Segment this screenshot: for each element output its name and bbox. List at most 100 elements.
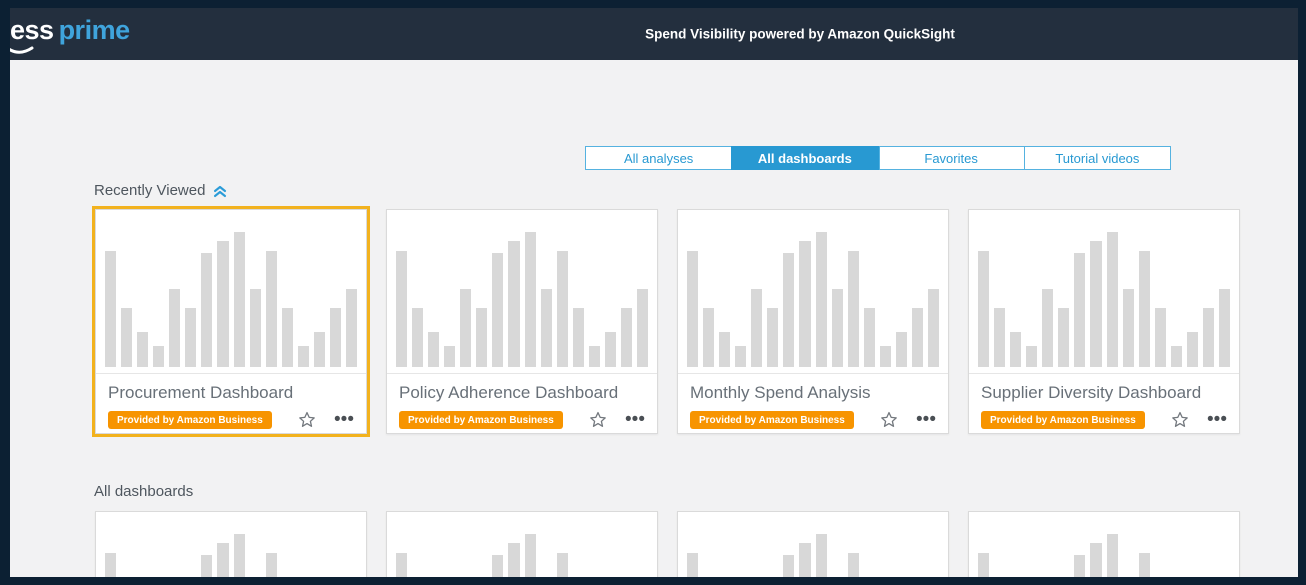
thumbnail-bar xyxy=(1074,253,1086,367)
double-chevron-up-icon[interactable] xyxy=(212,185,228,198)
star-icon[interactable] xyxy=(879,410,899,430)
thumbnail-bar xyxy=(767,308,779,367)
thumbnail-bar xyxy=(492,555,504,577)
star-icon[interactable] xyxy=(1170,410,1190,430)
thumbnail-bar xyxy=(927,289,939,367)
tab-favorites[interactable]: Favorites xyxy=(879,147,1025,169)
thumbnail-bar xyxy=(508,543,520,577)
thumbnail-bar xyxy=(556,251,568,367)
thumbnail-bar xyxy=(1074,555,1086,577)
star-icon[interactable] xyxy=(297,410,317,430)
thumbnail-bar xyxy=(169,289,181,367)
dashboard-thumbnail xyxy=(678,210,948,374)
section-title: Recently Viewed xyxy=(94,182,206,199)
thumbnail-bar xyxy=(687,553,699,577)
thumbnail-bar xyxy=(799,543,811,577)
thumbnail-bar xyxy=(911,308,923,367)
thumbnail-bar xyxy=(1138,553,1150,577)
top-navbar: ess prime Spend Visibility powered by Ama… xyxy=(10,8,1298,60)
section-heading-recently-viewed: Recently Viewed xyxy=(94,182,1230,199)
dashboard-card-procurement-dashboard[interactable]: Procurement Dashboard Provided by Amazon… xyxy=(92,206,370,437)
thumbnail-bar xyxy=(396,251,408,367)
dashboard-card[interactable]: ••• xyxy=(677,511,949,577)
ellipsis-menu-icon[interactable]: ••• xyxy=(916,410,936,429)
dashboard-card-policy-adherence-dashboard[interactable]: Policy Adherence Dashboard Provided by A… xyxy=(386,209,658,434)
thumbnail-bar xyxy=(719,332,731,367)
thumbnail-bar xyxy=(636,289,648,367)
thumbnail-bar-chart xyxy=(396,534,648,577)
thumbnail-bar xyxy=(572,308,584,367)
thumbnail-bar xyxy=(233,534,245,577)
thumbnail-bar xyxy=(329,308,341,367)
thumbnail-bar xyxy=(1010,332,1022,367)
app-window: ess prime Spend Visibility powered by Ama… xyxy=(10,8,1298,577)
thumbnail-bar xyxy=(476,308,488,367)
provided-by-badge: Provided by Amazon Business xyxy=(981,411,1145,429)
thumbnail-bar xyxy=(1170,346,1182,367)
card-meta-row: Provided by Amazon Business ••• xyxy=(399,410,645,430)
ellipsis-menu-icon[interactable]: ••• xyxy=(625,410,645,429)
thumbnail-bar xyxy=(620,308,632,367)
thumbnail-bar-chart xyxy=(687,534,939,577)
page-title: Spend Visibility powered by Amazon Quick… xyxy=(645,26,955,42)
tab-all-analyses[interactable]: All analyses xyxy=(586,147,733,169)
dashboard-card[interactable]: ••• xyxy=(95,511,367,577)
dashboard-card[interactable]: ••• xyxy=(968,511,1240,577)
thumbnail-bar xyxy=(1058,308,1070,367)
thumbnail-bar xyxy=(895,332,907,367)
thumbnail-bar xyxy=(687,251,699,367)
main-content: All analyses All dashboards Favorites Tutor… xyxy=(10,146,1298,577)
thumbnail-bar xyxy=(703,308,715,367)
dashboard-thumbnail xyxy=(678,512,948,577)
card-info: Procurement Dashboard Provided by Amazon… xyxy=(96,374,366,430)
thumbnail-bar xyxy=(556,553,568,577)
thumbnail-bar xyxy=(847,251,859,367)
thumbnail-bar xyxy=(1106,534,1118,577)
card-title: Monthly Spend Analysis xyxy=(690,383,871,402)
thumbnail-bar xyxy=(297,346,309,367)
card-title: Procurement Dashboard xyxy=(108,383,294,402)
thumbnail-bar xyxy=(105,553,117,577)
thumbnail-bar xyxy=(153,346,165,367)
dashboard-card[interactable]: ••• xyxy=(386,511,658,577)
thumbnail-bar xyxy=(492,253,504,367)
tab-all-dashboards[interactable]: All dashboards xyxy=(731,146,880,170)
thumbnail-bar xyxy=(1090,543,1102,577)
thumbnail-bar-chart xyxy=(105,534,357,577)
thumbnail-bar xyxy=(524,232,536,367)
thumbnail-bar xyxy=(265,553,277,577)
card-meta-row: Provided by Amazon Business ••• xyxy=(108,410,354,430)
logo-text-business: ess xyxy=(10,15,54,45)
card-meta-row: Provided by Amazon Business ••• xyxy=(981,410,1227,430)
thumbnail-bar xyxy=(1090,241,1102,367)
thumbnail-bar xyxy=(604,332,616,367)
thumbnail-bar xyxy=(994,308,1006,367)
logo-text-prime: prime xyxy=(58,15,131,45)
star-icon[interactable] xyxy=(588,410,608,430)
thumbnail-bar xyxy=(879,346,891,367)
thumbnail-bar xyxy=(460,289,472,367)
amazon-business-prime-logo[interactable]: ess prime xyxy=(10,17,130,44)
tab-tutorial-videos[interactable]: Tutorial videos xyxy=(1025,147,1170,169)
thumbnail-bar xyxy=(815,232,827,367)
dashboard-thumbnail xyxy=(387,512,657,577)
dashboard-thumbnail xyxy=(969,512,1239,577)
card-title: Policy Adherence Dashboard xyxy=(399,383,619,402)
card-info: Supplier Diversity Dashboard Provided by… xyxy=(969,374,1239,430)
thumbnail-bar xyxy=(121,308,133,367)
section-heading-all-dashboards: All dashboards xyxy=(94,483,1230,500)
thumbnail-bar xyxy=(783,555,795,577)
dashboard-card-monthly-spend-analysis[interactable]: Monthly Spend Analysis Provided by Amazo… xyxy=(677,209,949,434)
provided-by-badge: Provided by Amazon Business xyxy=(690,411,854,429)
thumbnail-bar xyxy=(396,553,408,577)
thumbnail-bar xyxy=(1106,232,1118,367)
ellipsis-menu-icon[interactable]: ••• xyxy=(334,410,354,429)
thumbnail-bar xyxy=(428,332,440,367)
dashboard-card-supplier-diversity-dashboard[interactable]: Supplier Diversity Dashboard Provided by… xyxy=(968,209,1240,434)
all-dashboards-cards: ••• ••• xyxy=(85,511,1240,577)
thumbnail-bar xyxy=(201,555,213,577)
ellipsis-menu-icon[interactable]: ••• xyxy=(1207,410,1227,429)
thumbnail-bar xyxy=(249,289,261,367)
tab-bar: All analyses All dashboards Favorites Tutor… xyxy=(585,146,1171,170)
thumbnail-bar xyxy=(444,346,456,367)
